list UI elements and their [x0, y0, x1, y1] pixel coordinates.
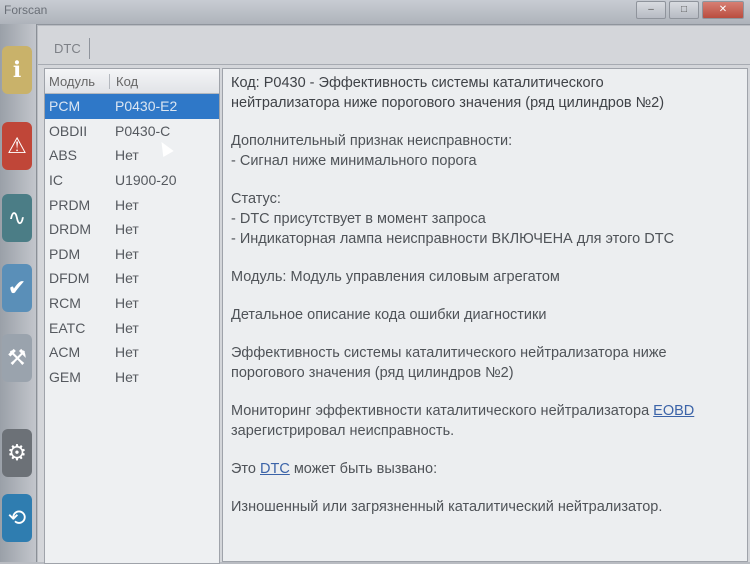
- extra-title: Дополнительный признак неисправности:: [231, 133, 513, 149]
- wrench-icon[interactable]: ⚒: [2, 334, 32, 382]
- list-row-rcm[interactable]: RCM Нет: [45, 291, 219, 316]
- dtc-code: P0430-C: [115, 122, 171, 139]
- dtc-code: Нет: [115, 147, 139, 164]
- info-icon[interactable]: ℹ: [2, 46, 32, 94]
- description-line-2: порогового значения (ряд цилиндров №2): [231, 365, 514, 381]
- cause-pre: Это: [231, 461, 260, 477]
- tab-dtc[interactable]: DTC: [46, 38, 90, 59]
- status-title: Статус:: [231, 191, 281, 207]
- dtc-link[interactable]: DTC: [260, 461, 290, 477]
- dtc-code: Нет: [115, 295, 139, 312]
- list-row-ic[interactable]: IC U1900-20: [45, 168, 219, 193]
- module-line: Модуль: Модуль управления силовым агрега…: [231, 269, 560, 285]
- warning-icon[interactable]: ⚠: [2, 122, 32, 170]
- list-row-obdii[interactable]: OBDII P0430-C: [45, 119, 219, 144]
- extra-symptom-section: Дополнительный признак неисправности: - …: [231, 131, 739, 171]
- title-bar: Forscan – □ ✕: [0, 0, 750, 25]
- description-line-1: Эффективность системы каталитического не…: [231, 345, 667, 361]
- connection-icon[interactable]: ⟲: [2, 494, 32, 542]
- module-name: GEM: [49, 368, 81, 385]
- list-header: Модуль Код: [45, 69, 219, 94]
- dtc-code: Нет: [115, 368, 139, 385]
- list-row-eatc[interactable]: EATC Нет: [45, 315, 219, 340]
- oscilloscope-icon[interactable]: ∿: [2, 194, 32, 242]
- module-name: PCM: [49, 98, 81, 115]
- status-item-2: - Индикаторная лампа неисправности ВКЛЮЧ…: [231, 231, 675, 247]
- description-title: Детальное описание кода ошибки диагности…: [231, 307, 547, 323]
- list-row-pdm[interactable]: PDM Нет: [45, 242, 219, 267]
- list-row-prdm[interactable]: PRDM Нет: [45, 192, 219, 217]
- module-name: DRDM: [49, 221, 91, 238]
- status-section: Статус: - DTC присутствует в момент запр…: [231, 189, 739, 249]
- eobd-link[interactable]: EOBD: [653, 403, 694, 419]
- checklist-icon[interactable]: ✔: [2, 264, 32, 312]
- list-row-acm[interactable]: ACM Нет: [45, 340, 219, 365]
- list-row-drdm[interactable]: DRDM Нет: [45, 217, 219, 242]
- module-name: DFDM: [49, 270, 90, 287]
- module-name: EATC: [49, 319, 86, 336]
- list-row-abs[interactable]: ABS Нет: [45, 143, 219, 168]
- module-name: RCM: [49, 295, 81, 312]
- extra-item: - Сигнал ниже минимального порога: [231, 153, 477, 169]
- dtc-code: Нет: [115, 319, 139, 336]
- dtc-code: Нет: [115, 245, 139, 262]
- dtc-code: P0430-E2: [115, 98, 178, 115]
- dtc-code: U1900-20: [115, 172, 177, 189]
- app-title: Forscan: [4, 3, 48, 17]
- list-row-gem[interactable]: GEM Нет: [45, 365, 219, 390]
- dtc-code: Нет: [115, 221, 139, 238]
- module-name: OBDII: [49, 122, 88, 139]
- dtc-code: Нет: [115, 270, 139, 287]
- column-header-code[interactable]: Код: [110, 74, 138, 89]
- dtc-code: Нет: [115, 344, 139, 361]
- tool-rail: ℹ ⚠ ∿ ✔ ⚒ ⚙ ⟲: [0, 24, 37, 562]
- minimize-button[interactable]: –: [636, 1, 666, 19]
- gear-icon[interactable]: ⚙: [2, 429, 32, 477]
- cause-intro: Это DTC может быть вызвано:: [231, 459, 739, 479]
- window-controls: – □ ✕: [636, 1, 744, 19]
- status-item-1: - DTC присутствует в момент запроса: [231, 211, 486, 227]
- module-list: Модуль Код PCM P0430-E2 OBDII P0430-C ABS Н…: [44, 68, 220, 564]
- module-name: IC: [49, 172, 63, 189]
- module-name: ABS: [49, 147, 78, 164]
- list-row-pcm[interactable]: PCM P0430-E2: [45, 94, 219, 119]
- tab-divider: [38, 64, 750, 65]
- list-row-dfdm[interactable]: DFDM Нет: [45, 266, 219, 291]
- dtc-code: Нет: [115, 196, 139, 213]
- dtc-code-heading: Код: P0430 - Эффективность системы катал…: [231, 73, 739, 113]
- module-name: PDM: [49, 245, 81, 262]
- close-button[interactable]: ✕: [702, 1, 744, 19]
- monitor-text: Мониторинг эффективности каталитического…: [231, 401, 739, 441]
- column-header-module[interactable]: Модуль: [45, 73, 110, 89]
- cause-post: может быть вызвано:: [289, 461, 438, 477]
- main-panel: DTC Модуль Код PCM P0430-E2 OBDII P0430-C …: [38, 26, 750, 564]
- dtc-detail-pane: Код: P0430 - Эффективность системы катал…: [222, 68, 748, 562]
- module-name: ACM: [49, 344, 81, 361]
- module-name: PRDM: [49, 196, 91, 213]
- heading-line-2: нейтрализатора ниже порогового значения …: [231, 95, 665, 111]
- description-text: Эффективность системы каталитического не…: [231, 343, 739, 383]
- heading-line-1: Код: P0430 - Эффективность системы катал…: [231, 75, 604, 91]
- maximize-button[interactable]: □: [669, 1, 699, 19]
- monitor-pre: Мониторинг эффективности каталитического…: [231, 403, 654, 419]
- cause-item: Изношенный или загрязненный каталитическ…: [231, 499, 663, 515]
- monitor-post: зарегистрировал неисправность.: [231, 423, 455, 439]
